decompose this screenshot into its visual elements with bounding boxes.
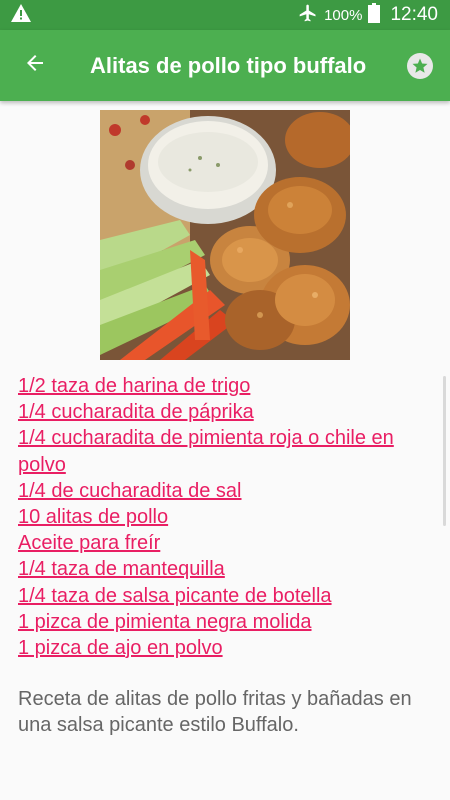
ingredient-link[interactable]: 10 alitas de pollo [18,504,446,530]
ingredients-list: 1/2 taza de harina de trigo 1/4 cucharadi… [18,373,446,661]
favorite-button[interactable] [390,30,450,101]
page-title: Alitas de pollo tipo buffalo [90,52,367,78]
recipe-photo [100,110,350,360]
ingredient-link[interactable]: 1/4 taza de salsa picante de botella [18,583,446,609]
ingredient-link[interactable]: 1 pizca de pimienta negra molida [18,609,446,635]
arrow-back-icon [23,51,47,80]
ingredient-link[interactable]: 1/2 taza de harina de trigo [18,373,446,399]
battery-percentage: 100% [324,6,363,24]
battery-icon [368,3,381,27]
app-bar: Alitas de pollo tipo buffalo [0,30,450,101]
ingredient-link[interactable]: Aceite para freír [18,530,446,556]
status-bar: 100% 12:40 [0,0,450,30]
airplane-mode-icon [298,3,318,27]
ingredient-link[interactable]: 1/4 taza de mantequilla [18,556,446,582]
ingredient-link[interactable]: 1 pizca de ajo en polvo [18,635,446,661]
star-icon [407,52,433,79]
back-button[interactable] [0,30,70,101]
recipe-description: Receta de alitas de pollo fritas y bañad… [18,688,412,736]
recipe-content[interactable]: 1/2 taza de harina de trigo 1/4 cucharadi… [0,101,450,800]
clock: 12:40 [390,4,438,25]
warning-icon [10,3,32,28]
ingredient-link[interactable]: 1/4 de cucharadita de sal [18,478,446,504]
scrollbar[interactable] [443,376,446,526]
ingredient-link[interactable]: 1/4 cucharadita de páprika [18,399,446,425]
ingredient-link[interactable]: 1/4 cucharadita de pimienta roja o chile… [18,425,446,477]
